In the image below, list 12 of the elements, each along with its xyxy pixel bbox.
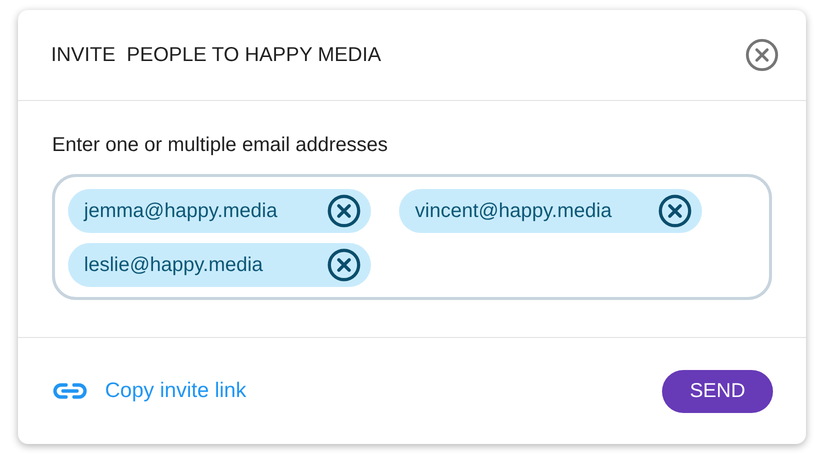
field-label: Enter one or multiple email addresses: [52, 134, 389, 157]
email-address: leslie@happy.media: [84, 254, 263, 276]
remove-icon[interactable]: [327, 194, 361, 228]
email-address: vincent@happy.media: [415, 200, 612, 222]
link-icon[interactable]: [53, 382, 87, 400]
dialog-title: INVITE PEOPLE TO HAPPY MEDIA: [51, 44, 382, 66]
remove-icon[interactable]: [327, 248, 361, 282]
send-button[interactable]: SEND: [662, 370, 773, 412]
close-icon[interactable]: [745, 38, 779, 72]
email-address: jemma@happy.media: [84, 200, 278, 222]
email-input-field[interactable]: jemma@happy.media vincent@happy.media leslie@happy.media: [52, 174, 772, 300]
remove-icon[interactable]: [658, 194, 692, 228]
